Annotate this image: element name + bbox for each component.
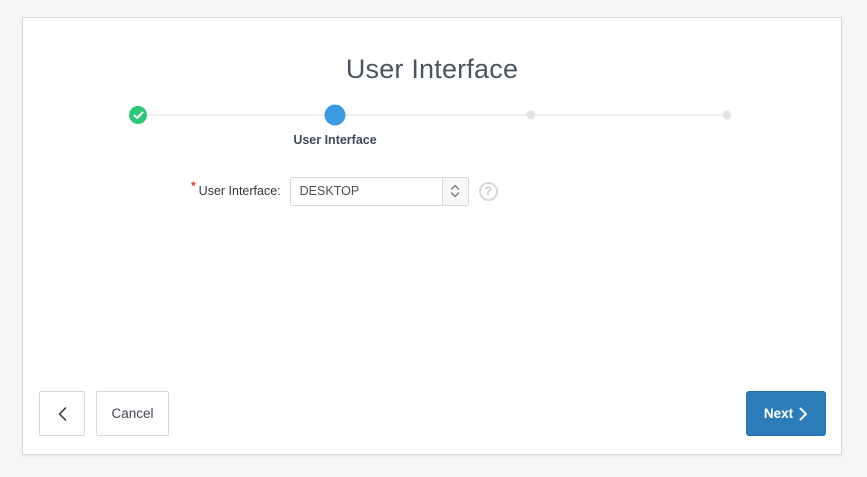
current-step-label: User Interface (293, 133, 376, 147)
checkmark-icon (133, 111, 144, 120)
required-marker: * (191, 179, 196, 193)
wizard-step-4-pending (723, 111, 732, 120)
next-button[interactable]: Next (746, 391, 826, 436)
wizard-step-3-pending (527, 111, 536, 120)
up-down-chevrons-icon (450, 183, 460, 199)
select-spinner[interactable] (442, 178, 468, 205)
cancel-button-label: Cancel (111, 406, 153, 421)
chevron-left-icon (57, 406, 68, 422)
user-interface-form-row: * User Interface: DESKTOP ? (191, 176, 498, 206)
wizard-card: User Interface User Interface * User Int… (22, 17, 842, 455)
user-interface-select[interactable]: DESKTOP (290, 177, 469, 206)
chevron-right-icon (799, 407, 808, 421)
wizard-progress-line (138, 114, 727, 116)
help-icon[interactable]: ? (479, 182, 498, 201)
user-interface-field-label: User Interface: (199, 184, 281, 198)
user-interface-select-value: DESKTOP (291, 178, 442, 205)
wizard-step-2-current[interactable] (325, 105, 346, 126)
next-button-label: Next (764, 406, 793, 421)
back-button[interactable] (39, 391, 85, 436)
page-title: User Interface (23, 54, 841, 85)
cancel-button[interactable]: Cancel (96, 391, 169, 436)
wizard-step-1-complete[interactable] (129, 106, 147, 124)
